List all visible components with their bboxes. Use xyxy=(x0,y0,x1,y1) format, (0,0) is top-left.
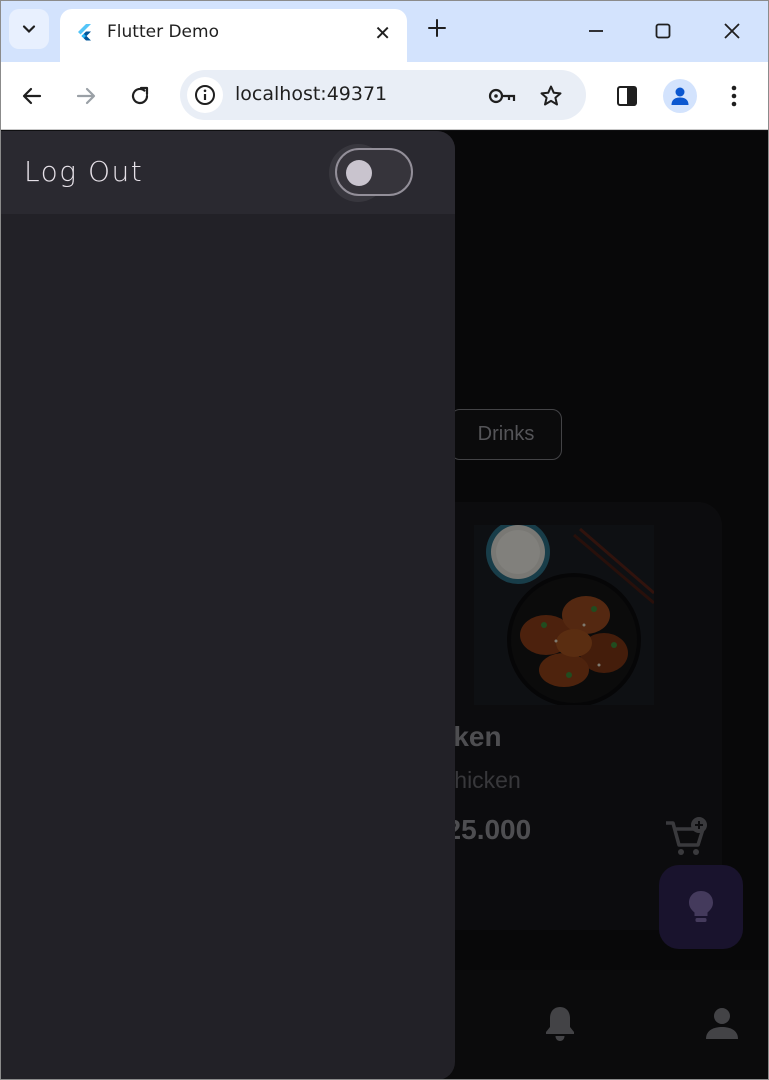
forward-button[interactable] xyxy=(70,80,102,112)
window-close-icon xyxy=(724,23,740,39)
reload-icon xyxy=(131,86,149,105)
browser-tab[interactable]: Flutter Demo ✕ xyxy=(60,9,407,62)
back-icon xyxy=(22,87,42,105)
tab-close-icon[interactable]: ✕ xyxy=(374,21,391,46)
new-tab-button[interactable] xyxy=(424,15,450,41)
browser-menu-button[interactable] xyxy=(717,79,751,113)
browser-tab-strip: Flutter Demo ✕ xyxy=(0,0,769,62)
drawer-logout-row: Log Out xyxy=(0,131,455,214)
minimize-button[interactable] xyxy=(582,17,610,45)
side-panel-button[interactable] xyxy=(610,79,644,113)
tab-title: Flutter Demo xyxy=(107,22,219,42)
bookmark-star-button[interactable] xyxy=(537,82,565,110)
site-info-button[interactable] xyxy=(187,77,223,113)
side-panel-icon xyxy=(617,86,637,106)
back-button[interactable] xyxy=(16,80,48,112)
url-text[interactable]: localhost:49371 xyxy=(235,83,387,105)
minimize-icon xyxy=(589,30,603,32)
password-key-button[interactable] xyxy=(488,82,516,110)
more-icon xyxy=(731,85,737,107)
plus-icon xyxy=(428,19,446,37)
tab-search-button[interactable] xyxy=(9,9,49,49)
profile-icon xyxy=(671,87,689,105)
maximize-icon xyxy=(655,23,671,39)
forward-icon xyxy=(76,87,96,105)
reload-button[interactable] xyxy=(124,80,156,112)
chevron-down-icon xyxy=(22,25,36,34)
address-bar[interactable]: localhost:49371 xyxy=(180,70,586,120)
maximize-button[interactable] xyxy=(649,17,677,45)
logout-label: Log Out xyxy=(24,155,144,188)
password-key-icon xyxy=(488,88,516,104)
flutter-logo-icon xyxy=(78,24,91,41)
logout-switch-thumb[interactable] xyxy=(346,160,372,186)
window-close-button[interactable] xyxy=(718,17,746,45)
site-info-icon xyxy=(195,85,215,105)
navigation-drawer: Log Out xyxy=(0,131,455,1080)
profile-button[interactable] xyxy=(663,79,697,113)
browser-toolbar: localhost:49371 xyxy=(0,62,769,130)
star-icon xyxy=(540,85,562,106)
